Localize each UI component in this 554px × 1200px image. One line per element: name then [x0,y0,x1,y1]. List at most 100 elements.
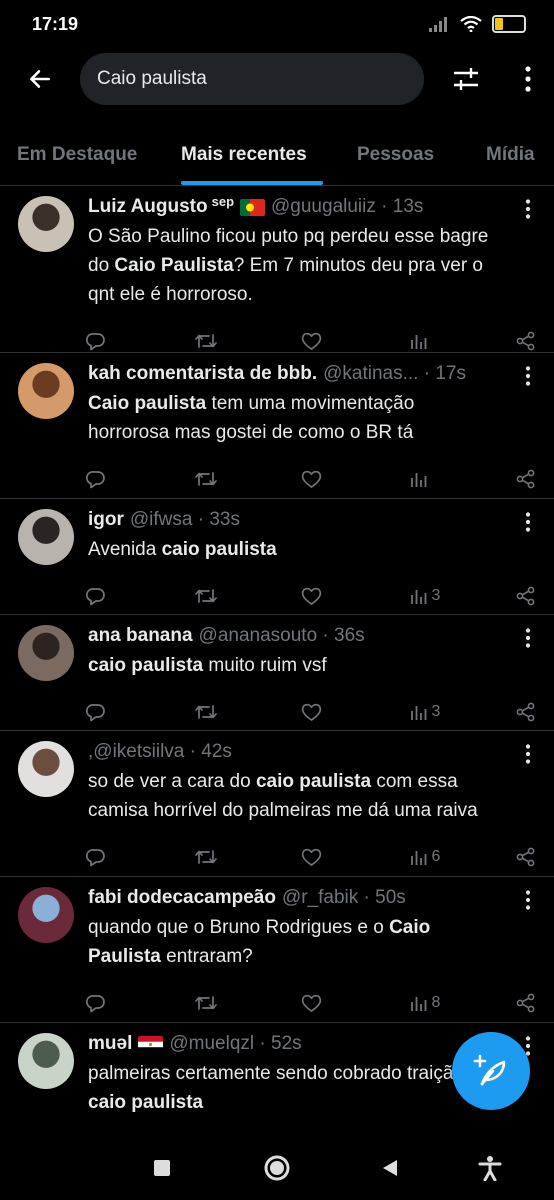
avatar[interactable] [18,509,74,565]
author-name[interactable]: fabi dodecacampeão [88,887,276,909]
tweet[interactable]: igor @ifwsa · 33s Avenida caio paulista 3 [0,499,554,615]
tweet-text: so de ver a cara do caio paulista com es… [88,771,478,821]
tweet-content: ana banana @ananasouto · 36s caio paulista… [88,623,540,680]
author-name[interactable]: kah comentarista de bbb. [88,363,317,385]
more-options-button[interactable] [506,52,550,106]
tweet-header: fabi dodecacampeão @r_fabik · 50s [88,885,540,911]
heart-icon [301,847,322,867]
retweet-button[interactable] [194,469,258,489]
retweet-button[interactable] [194,847,258,867]
accessibility-button[interactable] [474,1152,506,1184]
home-button[interactable] [261,1152,293,1184]
tweet-text: O São Paulino ficou puto pq perdeu esse … [88,226,489,305]
like-button[interactable] [301,331,365,351]
avatar[interactable] [18,741,74,797]
tweet[interactable]: fabi dodecacampeão @r_fabik · 50s quando q… [0,877,554,1023]
reply-button[interactable] [86,993,150,1013]
views-button[interactable] [409,331,473,351]
recents-button[interactable] [146,1152,178,1184]
tweet[interactable]: kah comentarista de bbb. @katinas... · 17… [0,353,554,499]
tab-media[interactable]: Mídia [486,126,535,184]
tweet[interactable]: Luiz Augusto sep @guugaluiiz · 13s O São Pa… [0,186,554,353]
tweet[interactable]: ,@iketsiilva · 42s so de ver a cara do ca… [0,731,554,877]
compose-icon [473,1054,506,1086]
avatar[interactable] [18,625,74,681]
views-button[interactable] [409,469,473,489]
search-filter-button[interactable] [426,52,506,106]
heart-icon [301,469,322,489]
retweet-button[interactable] [194,702,258,722]
like-button[interactable] [301,586,365,606]
share-button[interactable] [516,847,536,867]
retweet-icon [194,993,218,1013]
retweet-button[interactable] [194,586,258,606]
tweet-more-button[interactable] [524,365,532,387]
tweet[interactable]: ana banana @ananasouto · 36s caio paulista… [0,615,554,731]
author-name[interactable]: igor [88,509,124,531]
author-name[interactable]: Luiz Augusto [88,196,208,218]
tweet-more-button[interactable] [524,627,532,649]
share-button[interactable] [516,993,536,1013]
heart-icon [301,586,322,606]
views-count: 3 [431,587,441,604]
avatar[interactable] [18,1033,74,1089]
nav-back-button[interactable] [374,1152,406,1184]
tab-people[interactable]: Pessoas [357,126,434,184]
share-button[interactable] [516,331,536,351]
reply-button[interactable] [86,847,150,867]
avatar[interactable] [18,196,74,252]
retweet-button[interactable] [194,993,258,1013]
tweet-content: igor @ifwsa · 33s Avenida caio paulista [88,507,540,564]
more-vertical-icon [525,512,531,532]
tweet-content: kah comentarista de bbb. @katinas... · 17… [88,361,540,447]
share-button[interactable] [516,702,536,722]
author-name[interactable]: ana banana [88,625,193,647]
tab-latest[interactable]: Mais recentes [181,126,307,184]
tweet-header: ana banana @ananasouto · 36s [88,623,540,649]
avatar[interactable] [18,363,74,419]
reply-button[interactable] [86,702,150,722]
search-tabs: Em Destaque Mais recentes Pessoas Mídia [0,126,554,186]
more-vertical-icon [525,66,531,92]
battery-level: 29 [502,18,516,30]
views-count: 8 [431,994,441,1011]
share-button[interactable] [516,469,536,489]
tweet-more-button[interactable] [524,889,532,911]
heart-icon [301,993,322,1013]
like-button[interactable] [301,993,365,1013]
retweet-button[interactable] [194,331,258,351]
like-button[interactable] [301,847,365,867]
search-input[interactable]: Caio paulista [80,53,424,105]
reply-button[interactable] [86,586,150,606]
reply-button[interactable] [86,331,150,351]
status-time: 17:19 [32,13,79,34]
author-name-superscript: sep [211,194,235,209]
sliders-icon [454,68,478,90]
compose-button[interactable] [452,1032,530,1110]
more-vertical-icon [525,744,531,764]
tweet-feed[interactable]: Luiz Augusto sep @guugaluiiz · 13s O São Pa… [0,186,554,1136]
tab-top[interactable]: Em Destaque [17,126,137,184]
avatar[interactable] [18,887,74,943]
tweet-header: Luiz Augusto sep @guugaluiiz · 13s [88,194,540,220]
reply-button[interactable] [86,469,150,489]
tweet-more-button[interactable] [524,511,532,533]
views-icon [409,993,429,1013]
reply-icon [86,331,106,351]
portugal-flag-icon [240,198,266,216]
views-count: 6 [431,848,441,865]
views-button[interactable]: 6 [409,847,473,867]
views-button[interactable]: 3 [409,702,473,722]
back-button[interactable] [0,52,80,106]
views-button[interactable]: 3 [409,586,473,606]
views-button[interactable]: 8 [409,993,473,1013]
tweet-more-button[interactable] [524,743,532,765]
tweet-more-button[interactable] [524,198,532,220]
like-button[interactable] [301,702,365,722]
share-button[interactable] [516,586,536,606]
like-button[interactable] [301,469,365,489]
more-vertical-icon [525,628,531,648]
author-name[interactable]: muəl [88,1033,132,1055]
share-icon [516,993,536,1013]
tweet-actions [86,465,536,493]
